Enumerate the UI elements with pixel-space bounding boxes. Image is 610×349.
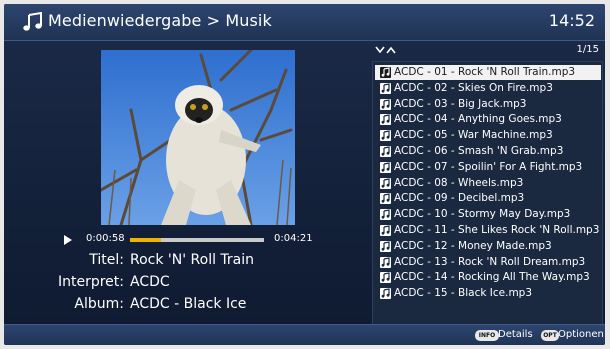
music-file-icon — [380, 240, 391, 252]
music-file-icon — [380, 209, 391, 221]
progress-bar-fill — [130, 238, 161, 242]
playlist-item-label: ACDC - 13 - Rock 'N Roll Dream.mp3 — [394, 255, 586, 268]
playlist-item-label: ACDC - 12 - Money Made.mp3 — [394, 239, 552, 252]
options-button[interactable]: Optionen — [558, 329, 604, 340]
playlist-item-label: ACDC - 14 - Rocking All The Way.mp3 — [394, 271, 590, 284]
playlist-item[interactable]: ACDC - 03 - Big Jack.mp3 — [375, 97, 601, 112]
music-file-icon — [380, 256, 391, 268]
music-file-icon — [380, 193, 391, 205]
music-file-icon — [380, 272, 391, 284]
playlist-item-label: ACDC - 10 - Stormy May Day.mp3 — [394, 208, 571, 221]
playlist-item[interactable]: ACDC - 07 - Spoilin' For A Fight.mp3 — [375, 160, 601, 175]
album-value: ACDC - Black Ice — [130, 296, 247, 312]
playlist-item[interactable]: ACDC - 08 - Wheels.mp3 — [375, 176, 601, 191]
playlist-item-label: ACDC - 04 - Anything Goes.mp3 — [394, 113, 562, 126]
playlist-item-label: ACDC - 01 - Rock 'N Roll Train.mp3 — [394, 66, 576, 78]
playlist-item-label: ACDC - 05 - War Machine.mp3 — [394, 129, 553, 142]
music-file-icon — [380, 288, 391, 300]
total-time: 0:04:21 — [274, 233, 313, 244]
playlist-item-label: ACDC - 02 - Skies On Fire.mp3 — [394, 81, 553, 94]
track-title-row: Titel: Rock 'N' Roll Train — [4, 252, 364, 272]
playback-progress: 0:00:58 0:04:21 — [64, 232, 324, 248]
playlist-item[interactable]: ACDC - 15 - Black Ice.mp3 — [375, 286, 601, 301]
playlist-item-label: ACDC - 03 - Big Jack.mp3 — [394, 97, 527, 110]
playlist-item[interactable]: ACDC - 06 - Smash 'N Grab.mp3 — [375, 144, 601, 159]
music-file-icon — [380, 82, 391, 94]
music-file-icon — [380, 130, 391, 142]
playlist-item[interactable]: ACDC - 02 - Skies On Fire.mp3 — [375, 81, 601, 96]
opt-key-icon[interactable]: OPT — [541, 330, 559, 341]
playlist-item-label: ACDC - 07 - Spoilin' For A Fight.mp3 — [394, 160, 583, 173]
music-file-icon — [380, 146, 391, 157]
footer-bar: INFO Details OPT Optionen — [4, 324, 605, 345]
playlist-item[interactable]: ACDC - 01 - Rock 'N Roll Train.mp3 — [375, 65, 601, 80]
page-title: Medienwiedergabe > Musik — [48, 11, 272, 30]
playlist-item[interactable]: ACDC - 10 - Stormy May Day.mp3 — [375, 207, 601, 222]
chevron-down-up-icon — [375, 46, 396, 54]
playlist-item[interactable]: ACDC - 12 - Money Made.mp3 — [375, 239, 601, 254]
progress-bar[interactable] — [130, 238, 264, 242]
playlist-item-label: ACDC - 15 - Black Ice.mp3 — [394, 287, 533, 300]
music-file-icon — [380, 98, 391, 110]
media-player-screen: Medienwiedergabe > Musik 14:52 0:00:58 0… — [4, 4, 605, 345]
playlist: ACDC - 01 - Rock 'N Roll Train.mp3 ACDC -… — [372, 61, 603, 325]
music-file-icon — [380, 161, 391, 173]
artist-row: Interpret: ACDC — [4, 274, 364, 294]
album-label: Album: — [74, 296, 124, 312]
playlist-item[interactable]: ACDC - 13 - Rock 'N Roll Dream.mp3 — [375, 255, 601, 270]
elapsed-time: 0:00:58 — [86, 233, 125, 244]
music-file-icon — [380, 114, 391, 126]
playlist-header: 1/15 — [373, 42, 601, 58]
playlist-item-label: ACDC - 09 - Decibel.mp3 — [394, 192, 525, 205]
playlist-item[interactable]: ACDC - 11 - She Likes Rock 'N Roll.mp3 — [375, 223, 601, 238]
playlist-item-label: ACDC - 11 - She Likes Rock 'N Roll.mp3 — [394, 224, 600, 236]
music-file-icon — [380, 177, 391, 189]
details-button[interactable]: Details — [498, 329, 533, 340]
info-key-icon[interactable]: INFO — [475, 330, 499, 341]
album-cover-image — [101, 50, 295, 225]
title-value: Rock 'N' Roll Train — [130, 252, 255, 268]
album-row: Album: ACDC - Black Ice — [4, 296, 364, 316]
music-file-icon — [380, 225, 391, 236]
music-note-icon — [23, 11, 42, 31]
playlist-item[interactable]: ACDC - 04 - Anything Goes.mp3 — [375, 112, 601, 127]
page-indicator: 1/15 — [576, 44, 599, 55]
play-icon[interactable] — [64, 235, 72, 245]
playlist-item[interactable]: ACDC - 09 - Decibel.mp3 — [375, 191, 601, 206]
header-bar: Medienwiedergabe > Musik 14:52 — [4, 4, 605, 41]
title-label: Titel: — [89, 252, 124, 268]
artist-label: Interpret: — [57, 274, 124, 290]
playlist-item[interactable]: ACDC - 05 - War Machine.mp3 — [375, 128, 601, 143]
playlist-item-label: ACDC - 08 - Wheels.mp3 — [394, 176, 524, 189]
artist-value: ACDC — [130, 274, 170, 290]
clock: 14:52 — [548, 11, 595, 30]
playlist-item-label: ACDC - 06 - Smash 'N Grab.mp3 — [394, 145, 564, 157]
playlist-item[interactable]: ACDC - 14 - Rocking All The Way.mp3 — [375, 270, 601, 285]
music-file-icon — [380, 67, 391, 78]
